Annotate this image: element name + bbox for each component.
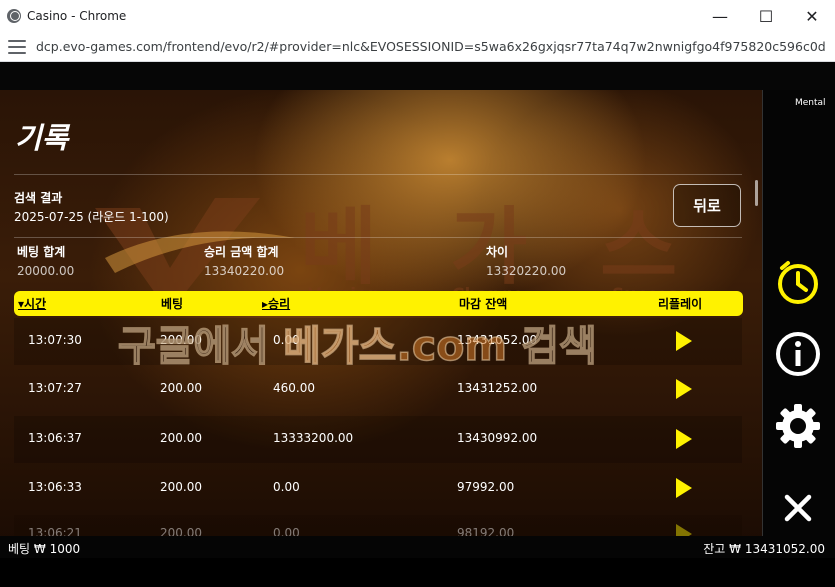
close-window-button[interactable]: ✕ [789,0,835,32]
window-titlebar: Casino - Chrome — ☐ ✕ [0,0,835,32]
row-bet: 200.00 [160,431,202,445]
maximize-button[interactable]: ☐ [743,0,789,32]
bottom-black-strip [0,558,835,587]
bet-total-value: 20000.00 [17,264,75,278]
current-bet: 베팅 ₩ 1000 [8,542,81,556]
gear-icon[interactable] [772,400,824,452]
column-time-sort[interactable]: ▾시간 [18,295,46,312]
page-title: 기록 [15,121,69,155]
replay-play-icon[interactable] [676,379,692,399]
row-bet: 200.00 [160,526,202,536]
row-time: 13:06:37 [28,431,82,445]
control-sidebar [762,90,835,536]
replay-play-icon[interactable] [676,331,692,351]
row-balance: 13431252.00 [457,381,538,395]
address-bar[interactable]: dcp.evo-games.com/frontend/evo/r2/#provi… [0,32,835,62]
win-total-value: 13340220.00 [204,264,285,278]
watermark-char: 스 [600,198,680,296]
row-bet: 200.00 [160,480,202,494]
row-time: 13:06:21 [28,526,82,536]
globe-icon [7,9,21,23]
row-balance: 97992.00 [457,480,515,494]
watermark-char: 베 [300,198,380,296]
row-balance: 98192.00 [457,526,515,536]
replay-play-icon[interactable] [676,524,692,536]
table-row: 13:06:21 200.00 0.00 98192.00 [14,515,742,536]
replay-play-icon[interactable] [676,478,692,498]
clock-icon[interactable] [772,256,824,308]
window-title: Casino - Chrome [27,9,127,23]
row-balance: 13430992.00 [457,431,538,445]
difference-value: 13320220.00 [486,264,567,278]
divider [14,237,742,238]
column-balance: 마감 잔액 [459,297,508,311]
url-text[interactable]: dcp.evo-games.com/frontend/evo/r2/#provi… [36,39,826,54]
top-black-strip [0,62,835,90]
table-row: 13:06:37 200.00 13333200.00 13430992.00 [14,416,742,463]
site-info-icon[interactable] [8,39,26,54]
win-total-label: 승리 금액 합계 [204,245,279,259]
difference-label: 차이 [486,245,509,259]
replay-play-icon[interactable] [676,429,692,449]
close-icon[interactable] [772,482,824,534]
search-result-value: 2025-07-25 (라운드 1-100) [14,210,169,224]
table-row: 13:07:27 200.00 460.00 13431252.00 [14,366,742,413]
minimize-button[interactable]: — [697,0,743,32]
row-win: 0.00 [273,526,300,536]
column-bet: 베팅 [161,297,184,311]
row-win: 0.00 [273,480,300,494]
back-button[interactable]: 뒤로 [673,184,741,227]
scrollbar-thumb[interactable] [755,180,758,206]
search-result-label: 검색 결과 [14,191,63,205]
info-icon[interactable] [772,328,824,380]
row-time: 13:07:27 [28,381,82,395]
row-time: 13:07:30 [28,333,82,347]
column-win-sort[interactable]: ▸승리 [262,295,290,312]
balance-display: 잔고 ₩ 13431052.00 [703,542,825,556]
watermark-text: 구글에서 베가스.com 검색 [117,321,597,371]
bet-total-label: 베팅 합계 [17,245,66,259]
row-win: 460.00 [273,381,315,395]
row-bet: 200.00 [160,381,202,395]
row-time: 13:06:33 [28,480,82,494]
divider [14,174,742,175]
row-win: 13333200.00 [273,431,354,445]
column-replay: 리플레이 [658,297,703,311]
mental-label: Mental [795,98,826,108]
table-row: 13:06:33 200.00 0.00 97992.00 [14,465,742,512]
watermark-char: 가 [450,198,530,296]
